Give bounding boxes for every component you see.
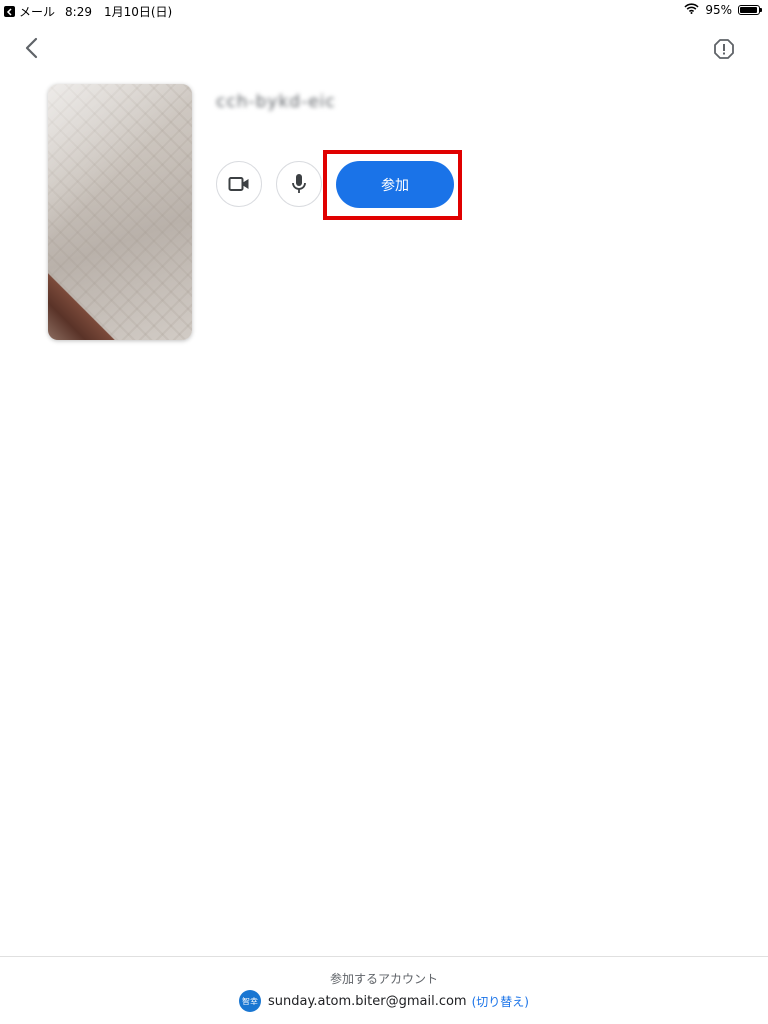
account-footer: 参加するアカウント 智幸 sunday.atom.biter@gmail.com… xyxy=(0,956,768,1024)
preview-wood-trim xyxy=(48,270,128,340)
mic-toggle-button[interactable] xyxy=(276,161,322,207)
switch-account-link[interactable]: (切り替え) xyxy=(472,993,529,1010)
account-caption: 参加するアカウント xyxy=(329,972,438,986)
status-bar: メール 8:29 1月10日(日) 95% xyxy=(0,0,768,22)
meeting-code: cch-bykd-eic xyxy=(216,92,336,112)
camera-icon xyxy=(228,177,249,191)
account-email: sunday.atom.biter@gmail.com xyxy=(268,993,467,1009)
report-icon xyxy=(714,39,734,59)
avatar: 智幸 xyxy=(239,990,262,1012)
join-button[interactable]: 参加 xyxy=(336,161,454,208)
back-button[interactable] xyxy=(18,34,44,62)
camera-toggle-button[interactable] xyxy=(216,161,262,207)
battery-percent: 95% xyxy=(705,3,732,17)
report-button[interactable] xyxy=(712,37,736,61)
status-time: 8:29 xyxy=(65,4,92,19)
camera-preview xyxy=(48,84,192,340)
account-row: 智幸 sunday.atom.biter@gmail.com (切り替え) xyxy=(0,990,768,1012)
meet-join-screen: メール 8:29 1月10日(日) 95% cch-bykd-eic 参加 参加… xyxy=(0,0,768,1024)
status-date: 1月10日(日) xyxy=(103,5,173,19)
status-left: メール 8:29 1月10日(日) xyxy=(4,3,172,20)
chevron-left-icon xyxy=(25,37,38,59)
back-to-app-icon[interactable] xyxy=(4,6,15,17)
back-app-label[interactable]: メール xyxy=(19,3,55,20)
battery-fill xyxy=(740,7,758,13)
status-right: 95% xyxy=(684,3,762,17)
wifi-icon xyxy=(684,3,699,17)
battery-icon xyxy=(738,5,762,15)
mic-icon xyxy=(292,174,306,193)
